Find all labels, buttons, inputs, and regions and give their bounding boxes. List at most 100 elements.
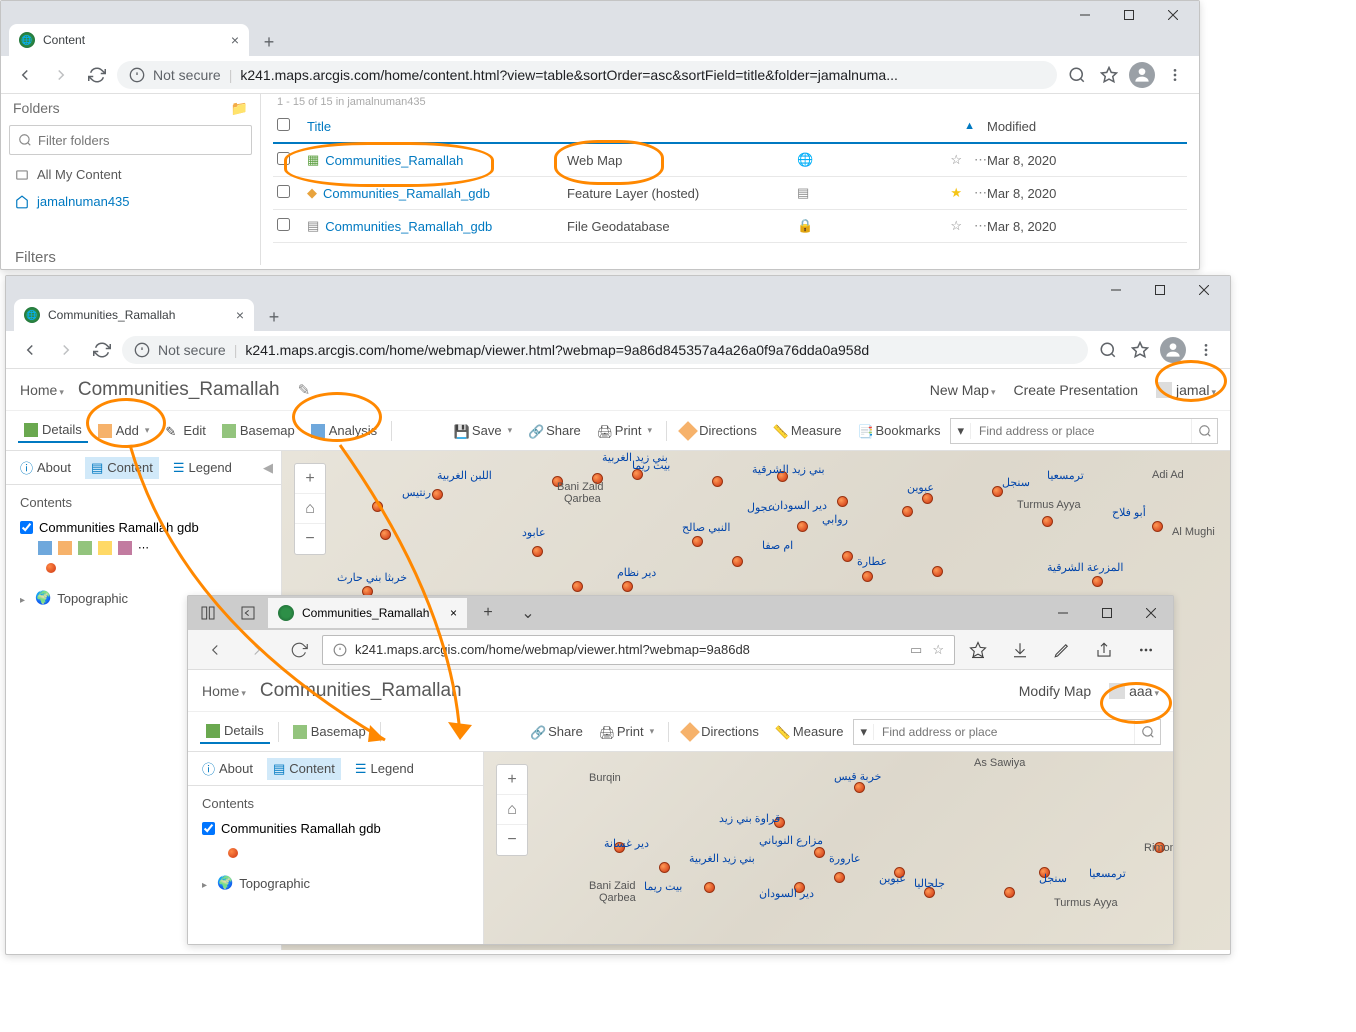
- forward-button[interactable]: [50, 334, 82, 366]
- search-submit-button[interactable]: [1134, 720, 1160, 744]
- user-dropdown[interactable]: jamal: [1176, 382, 1216, 398]
- measure-button[interactable]: 📏Measure: [769, 720, 850, 743]
- close-button[interactable]: [1151, 1, 1195, 28]
- close-tab-icon[interactable]: ×: [236, 307, 244, 323]
- collapse-panel-icon[interactable]: ◀: [263, 460, 273, 476]
- favorites-icon[interactable]: [959, 631, 997, 669]
- layer-checkbox[interactable]: [202, 822, 215, 835]
- home-extent-button[interactable]: ⌂: [497, 795, 527, 825]
- new-folder-icon[interactable]: 📁: [231, 100, 248, 117]
- minimize-button[interactable]: [1094, 276, 1138, 303]
- maximize-button[interactable]: [1085, 596, 1129, 630]
- close-tab-icon[interactable]: ×: [450, 606, 457, 620]
- home-dropdown[interactable]: Home: [20, 382, 64, 398]
- zoom-icon[interactable]: [1065, 63, 1089, 87]
- new-tab-button[interactable]: +: [468, 596, 508, 630]
- settings-icon[interactable]: [1127, 631, 1165, 669]
- analysis-button[interactable]: Analysis: [305, 419, 383, 442]
- item-link[interactable]: Communities_Ramallah_gdb: [323, 186, 490, 201]
- tab-actions-icon[interactable]: [188, 596, 228, 630]
- home-dropdown[interactable]: Home: [202, 683, 246, 699]
- print-button[interactable]: 🖨Print: [593, 720, 660, 743]
- new-map-dropdown[interactable]: New Map: [930, 382, 996, 398]
- search-input[interactable]: [971, 424, 1191, 438]
- layer-table-icon[interactable]: [58, 541, 72, 555]
- legend-tab[interactable]: ☰Legend: [167, 457, 238, 479]
- item-link[interactable]: Communities_Ramallah: [325, 153, 463, 168]
- menu-icon[interactable]: [1163, 63, 1187, 87]
- favorites-star-icon[interactable]: ☆: [932, 642, 944, 658]
- close-tab-icon[interactable]: ×: [231, 32, 239, 48]
- profile-icon[interactable]: [1129, 62, 1155, 88]
- row-checkbox[interactable]: [277, 218, 290, 231]
- zoom-out-button[interactable]: −: [497, 825, 527, 855]
- layer-analysis-icon[interactable]: [118, 541, 132, 555]
- reading-view-icon[interactable]: ▭: [910, 642, 922, 658]
- refresh-button[interactable]: [280, 631, 318, 669]
- directions-button[interactable]: Directions: [677, 720, 765, 743]
- save-button[interactable]: 💾Save: [448, 419, 518, 442]
- forward-button[interactable]: [238, 631, 276, 669]
- share-icon[interactable]: [1085, 631, 1123, 669]
- layer-style-icon[interactable]: [78, 541, 92, 555]
- back-button[interactable]: [14, 334, 46, 366]
- zoom-icon[interactable]: [1096, 338, 1120, 362]
- share-button[interactable]: 🔗Share: [524, 720, 589, 743]
- browser-tab[interactable]: Communities_Ramallah ×: [268, 598, 468, 628]
- filter-folders-input[interactable]: Filter folders: [9, 125, 252, 155]
- minimize-button[interactable]: [1041, 596, 1085, 630]
- star-icon[interactable]: ★: [950, 185, 962, 201]
- basemap-layer-row[interactable]: 🌍Topographic: [202, 875, 469, 891]
- star-icon[interactable]: ☆: [950, 152, 962, 168]
- star-icon[interactable]: ☆: [950, 218, 962, 234]
- modified-column-header[interactable]: Modified: [987, 119, 1097, 134]
- url-input[interactable]: k241.maps.arcgis.com/home/webmap/viewer.…: [322, 635, 955, 665]
- back-button[interactable]: [196, 631, 234, 669]
- profile-icon[interactable]: [1160, 337, 1186, 363]
- layer-more-icon[interactable]: ⋯: [138, 541, 152, 555]
- close-button[interactable]: [1129, 596, 1173, 630]
- row-checkbox[interactable]: [277, 152, 290, 165]
- browser-tab[interactable]: 🌐 Content ×: [9, 24, 249, 56]
- maximize-button[interactable]: [1107, 1, 1151, 28]
- close-button[interactable]: [1182, 276, 1226, 303]
- search-input[interactable]: [874, 725, 1134, 739]
- more-icon[interactable]: ⋯: [974, 152, 987, 168]
- directions-button[interactable]: Directions: [675, 419, 763, 442]
- layer-row[interactable]: Communities Ramallah gdb: [20, 518, 267, 537]
- search-scope-dropdown[interactable]: ▾: [951, 423, 971, 439]
- tab-set-aside-icon[interactable]: [228, 596, 268, 630]
- details-button[interactable]: Details: [200, 719, 270, 744]
- user-dropdown[interactable]: aaa: [1129, 683, 1159, 699]
- layer-checkbox[interactable]: [20, 521, 33, 534]
- maximize-button[interactable]: [1138, 276, 1182, 303]
- content-tab[interactable]: ▤Content: [85, 457, 159, 479]
- zoom-out-button[interactable]: −: [295, 524, 325, 554]
- sort-asc-icon[interactable]: ▲: [964, 120, 975, 132]
- layer-row[interactable]: Communities Ramallah gdb: [202, 819, 469, 838]
- share-button[interactable]: 🔗Share: [522, 419, 587, 442]
- zoom-in-button[interactable]: +: [295, 464, 325, 494]
- notes-icon[interactable]: [1043, 631, 1081, 669]
- layer-filter-icon[interactable]: [98, 541, 112, 555]
- title-column-header[interactable]: Title: [307, 119, 567, 134]
- user-folder-item[interactable]: jamalnuman435: [9, 188, 252, 215]
- browser-tab[interactable]: 🌐 Communities_Ramallah ×: [14, 299, 254, 331]
- home-extent-button[interactable]: ⌂: [295, 494, 325, 524]
- menu-icon[interactable]: [1194, 338, 1218, 362]
- more-icon[interactable]: ⋯: [974, 218, 987, 234]
- more-icon[interactable]: ⋯: [974, 185, 987, 201]
- new-tab-button[interactable]: +: [260, 303, 288, 331]
- edit-button[interactable]: ✎Edit: [159, 419, 211, 442]
- search-scope-dropdown[interactable]: ▾: [854, 724, 874, 740]
- forward-button[interactable]: [45, 59, 77, 91]
- basemap-button[interactable]: Basemap: [287, 720, 372, 743]
- bookmarks-button[interactable]: 📑Bookmarks: [851, 419, 946, 442]
- select-all-checkbox[interactable]: [277, 118, 290, 131]
- url-input[interactable]: Not secure | k241.maps.arcgis.com/home/w…: [122, 336, 1088, 364]
- layer-legend-icon[interactable]: [38, 541, 52, 555]
- modify-map-link[interactable]: Modify Map: [1019, 683, 1091, 699]
- basemap-button[interactable]: Basemap: [216, 419, 301, 442]
- back-button[interactable]: [9, 59, 41, 91]
- downloads-icon[interactable]: [1001, 631, 1039, 669]
